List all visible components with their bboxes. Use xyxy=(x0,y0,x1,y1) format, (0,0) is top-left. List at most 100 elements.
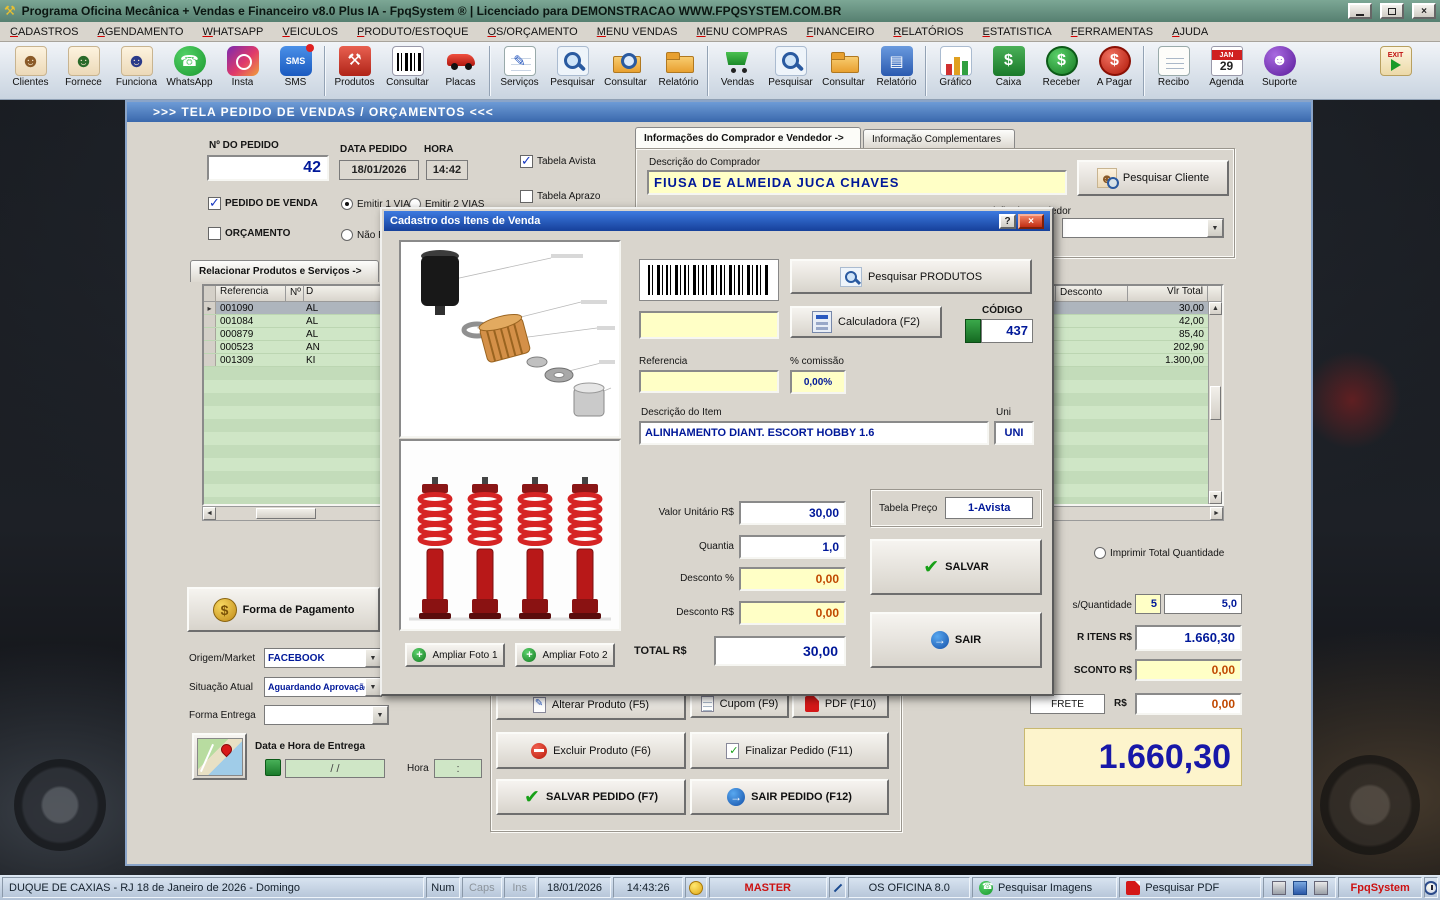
chevron-down-icon[interactable]: ▼ xyxy=(365,678,381,696)
toolbar-placas[interactable]: Placas xyxy=(434,44,487,88)
data-pedido-field[interactable]: 18/01/2026 xyxy=(339,160,419,180)
menu-veiculos[interactable]: VEICULOS xyxy=(282,26,338,38)
scroll-right-icon[interactable]: ► xyxy=(1210,507,1223,520)
tab-comprador-vendedor[interactable]: Informações do Comprador e Vendedor -> xyxy=(635,127,861,148)
origem-combo[interactable]: FACEBOOK▼ xyxy=(264,648,382,668)
toolbar-servicos[interactable]: ✎Serviços xyxy=(493,44,546,88)
col-vlr-total[interactable]: Vlr Total xyxy=(1128,286,1208,302)
forma-entrega-combo[interactable]: ▼ xyxy=(264,705,389,725)
menu-whatsapp[interactable]: WHATSAPP xyxy=(202,26,263,38)
scroll-left-icon[interactable]: ◄ xyxy=(203,507,216,520)
col-desconto[interactable]: Desconto xyxy=(1056,286,1128,302)
toolbar-consultar-barcode[interactable]: Consultar xyxy=(381,44,434,88)
situacao-combo[interactable]: Aguardando Aprovação▼ xyxy=(264,677,382,697)
toolbar-recibo[interactable]: Recibo xyxy=(1147,44,1200,88)
toolbar-grafico[interactable]: Gráfico xyxy=(929,44,982,88)
mapa-button[interactable] xyxy=(192,733,247,780)
total-field[interactable]: 30,00 xyxy=(714,636,846,666)
date-picker-icon[interactable] xyxy=(265,759,281,776)
scroll-down-icon[interactable]: ▼ xyxy=(1209,491,1222,504)
chevron-down-icon[interactable]: ▼ xyxy=(365,649,381,667)
descricao-item-input[interactable]: ALINHAMENTO DIANT. ESCORT HOBBY 1.6 xyxy=(639,421,989,445)
radio-imprimir-total[interactable]: Imprimir Total Quantidade xyxy=(1094,547,1224,559)
codigo-field[interactable]: 437 xyxy=(965,319,1033,343)
radio-nao-r[interactable]: Não R xyxy=(341,229,385,241)
minimize-button[interactable] xyxy=(1348,3,1372,19)
quantia-field[interactable]: 1,0 xyxy=(739,535,846,559)
comissao-field[interactable]: 0,00% xyxy=(790,370,846,394)
toolbar-instagram[interactable]: Insta xyxy=(216,44,269,88)
ampliar-foto2-button[interactable]: +Ampliar Foto 2 xyxy=(515,643,615,667)
pesquisar-produtos-button[interactable]: Pesquisar PRODUTOS xyxy=(790,259,1032,294)
checkbox-tabela-avista[interactable]: Tabela Avista xyxy=(520,155,596,168)
toolbar-sair[interactable]: EXIT xyxy=(1369,44,1422,77)
toolbar-relatorio-servico[interactable]: Relatório xyxy=(652,44,705,88)
itens-total-field[interactable]: 1.660,30 xyxy=(1135,625,1242,651)
ampliar-foto1-button[interactable]: +Ampliar Foto 1 xyxy=(405,643,505,667)
printer-icon[interactable] xyxy=(1272,881,1286,895)
vertical-scrollbar[interactable]: ▲ ▼ xyxy=(1208,302,1222,504)
toolbar-produtos[interactable]: ⚒Produtos xyxy=(328,44,381,88)
toolbar-whatsapp[interactable]: ☎WhatsApp xyxy=(163,44,216,88)
toolbar-pesquisar-venda[interactable]: Pesquisar xyxy=(764,44,817,88)
close-button[interactable]: × xyxy=(1412,3,1436,19)
excluir-produto-button[interactable]: Excluir Produto (F6) xyxy=(496,732,686,769)
toolbar-agenda[interactable]: JAN29Agenda xyxy=(1200,44,1253,88)
toolbar-caixa[interactable]: $Caixa xyxy=(982,44,1035,88)
chevron-down-icon[interactable]: ▼ xyxy=(372,706,388,724)
valor-unitario-field[interactable]: 30,00 xyxy=(739,501,846,525)
frete-box[interactable]: FRETE xyxy=(1030,694,1105,714)
sair-button[interactable]: →SAIR xyxy=(870,612,1042,668)
dialog-close-button[interactable]: × xyxy=(1018,214,1044,229)
comprador-input[interactable]: FIUSA DE ALMEIDA JUCA CHAVES xyxy=(647,170,1067,195)
pesquisar-cliente-button[interactable]: ☻Pesquisar Cliente xyxy=(1077,160,1229,196)
menu-ajuda[interactable]: AJUDA xyxy=(1172,26,1208,38)
tab-relacionar-produtos[interactable]: Relacionar Produtos e Serviços -> xyxy=(190,260,379,282)
vendedor-combo[interactable]: ▼ xyxy=(1062,218,1224,238)
menu-agendamento[interactable]: AGENDAMENTO xyxy=(97,26,183,38)
toolbar-relatorio-venda[interactable]: ▤Relatório xyxy=(870,44,923,88)
hora-pedido-field[interactable]: 14:42 xyxy=(426,160,468,180)
scrollbar-thumb[interactable] xyxy=(256,508,316,519)
checkbox-tabela-aprazo[interactable]: Tabela Aprazo xyxy=(520,190,600,203)
toolbar-sms[interactable]: SMSSMS xyxy=(269,44,322,88)
help-button[interactable]: ? xyxy=(999,214,1016,229)
finalizar-pedido-button[interactable]: Finalizar Pedido (F11) xyxy=(690,732,889,769)
toolbar-consultar-servico[interactable]: Consultar xyxy=(599,44,652,88)
monitor-icon[interactable] xyxy=(1314,881,1328,895)
barcode-input[interactable] xyxy=(639,311,779,339)
numero-pedido-field[interactable]: 42 xyxy=(207,155,329,181)
desconto-pct-field[interactable]: 0,00 xyxy=(739,567,846,591)
menu-compras[interactable]: MENU COMPRAS xyxy=(696,26,787,38)
chevron-down-icon[interactable]: ▼ xyxy=(1207,219,1223,237)
menu-cadastros[interactable]: CADASTROS xyxy=(10,26,78,38)
quantidade-soma-field[interactable]: 5,0 xyxy=(1164,594,1242,614)
restore-button[interactable] xyxy=(1380,3,1404,19)
desconto-rs-field[interactable]: 0,00 xyxy=(739,601,846,625)
salvar-button[interactable]: ✔SALVAR xyxy=(870,539,1042,595)
toolbar-funcionario[interactable]: ☻Funciona xyxy=(110,44,163,88)
frete-field[interactable]: 0,00 xyxy=(1135,693,1242,715)
col-referencia[interactable]: Referencia xyxy=(216,286,286,302)
menu-os-orcamento[interactable]: OS/ORÇAMENTO xyxy=(487,26,577,38)
menu-ferramentas[interactable]: FERRAMENTAS xyxy=(1071,26,1153,38)
menu-relatorios[interactable]: RELATÓRIOS xyxy=(893,26,963,38)
tab-complementares[interactable]: Informação Complementares xyxy=(863,129,1015,148)
pesquisar-pdf-button[interactable]: Pesquisar PDF xyxy=(1119,877,1260,898)
scroll-up-icon[interactable]: ▲ xyxy=(1209,302,1222,315)
toolbar-clientes[interactable]: ☻Clientes xyxy=(4,44,57,88)
forma-pagamento-button[interactable]: $Forma de Pagamento xyxy=(187,587,380,632)
menu-vendas[interactable]: MENU VENDAS xyxy=(597,26,678,38)
toolbar-consultar-venda[interactable]: Consultar xyxy=(817,44,870,88)
computer-icon[interactable] xyxy=(1293,881,1307,895)
menu-financeiro[interactable]: FINANCEIRO xyxy=(807,26,875,38)
salvar-pedido-button[interactable]: ✔SALVAR PEDIDO (F7) xyxy=(496,779,686,815)
data-entrega-field[interactable]: / / xyxy=(285,759,385,778)
uni-field[interactable]: UNI xyxy=(994,421,1034,445)
referencia-input[interactable] xyxy=(639,370,779,393)
toolbar-fornecedor[interactable]: ☻Fornece xyxy=(57,44,110,88)
scrollbar-thumb[interactable] xyxy=(1210,386,1221,420)
pesquisar-imagens-button[interactable]: Pesquisar Imagens xyxy=(972,877,1117,898)
toolbar-vendas[interactable]: Vendas xyxy=(711,44,764,88)
checkbox-orcamento[interactable]: ORÇAMENTO xyxy=(208,227,290,240)
